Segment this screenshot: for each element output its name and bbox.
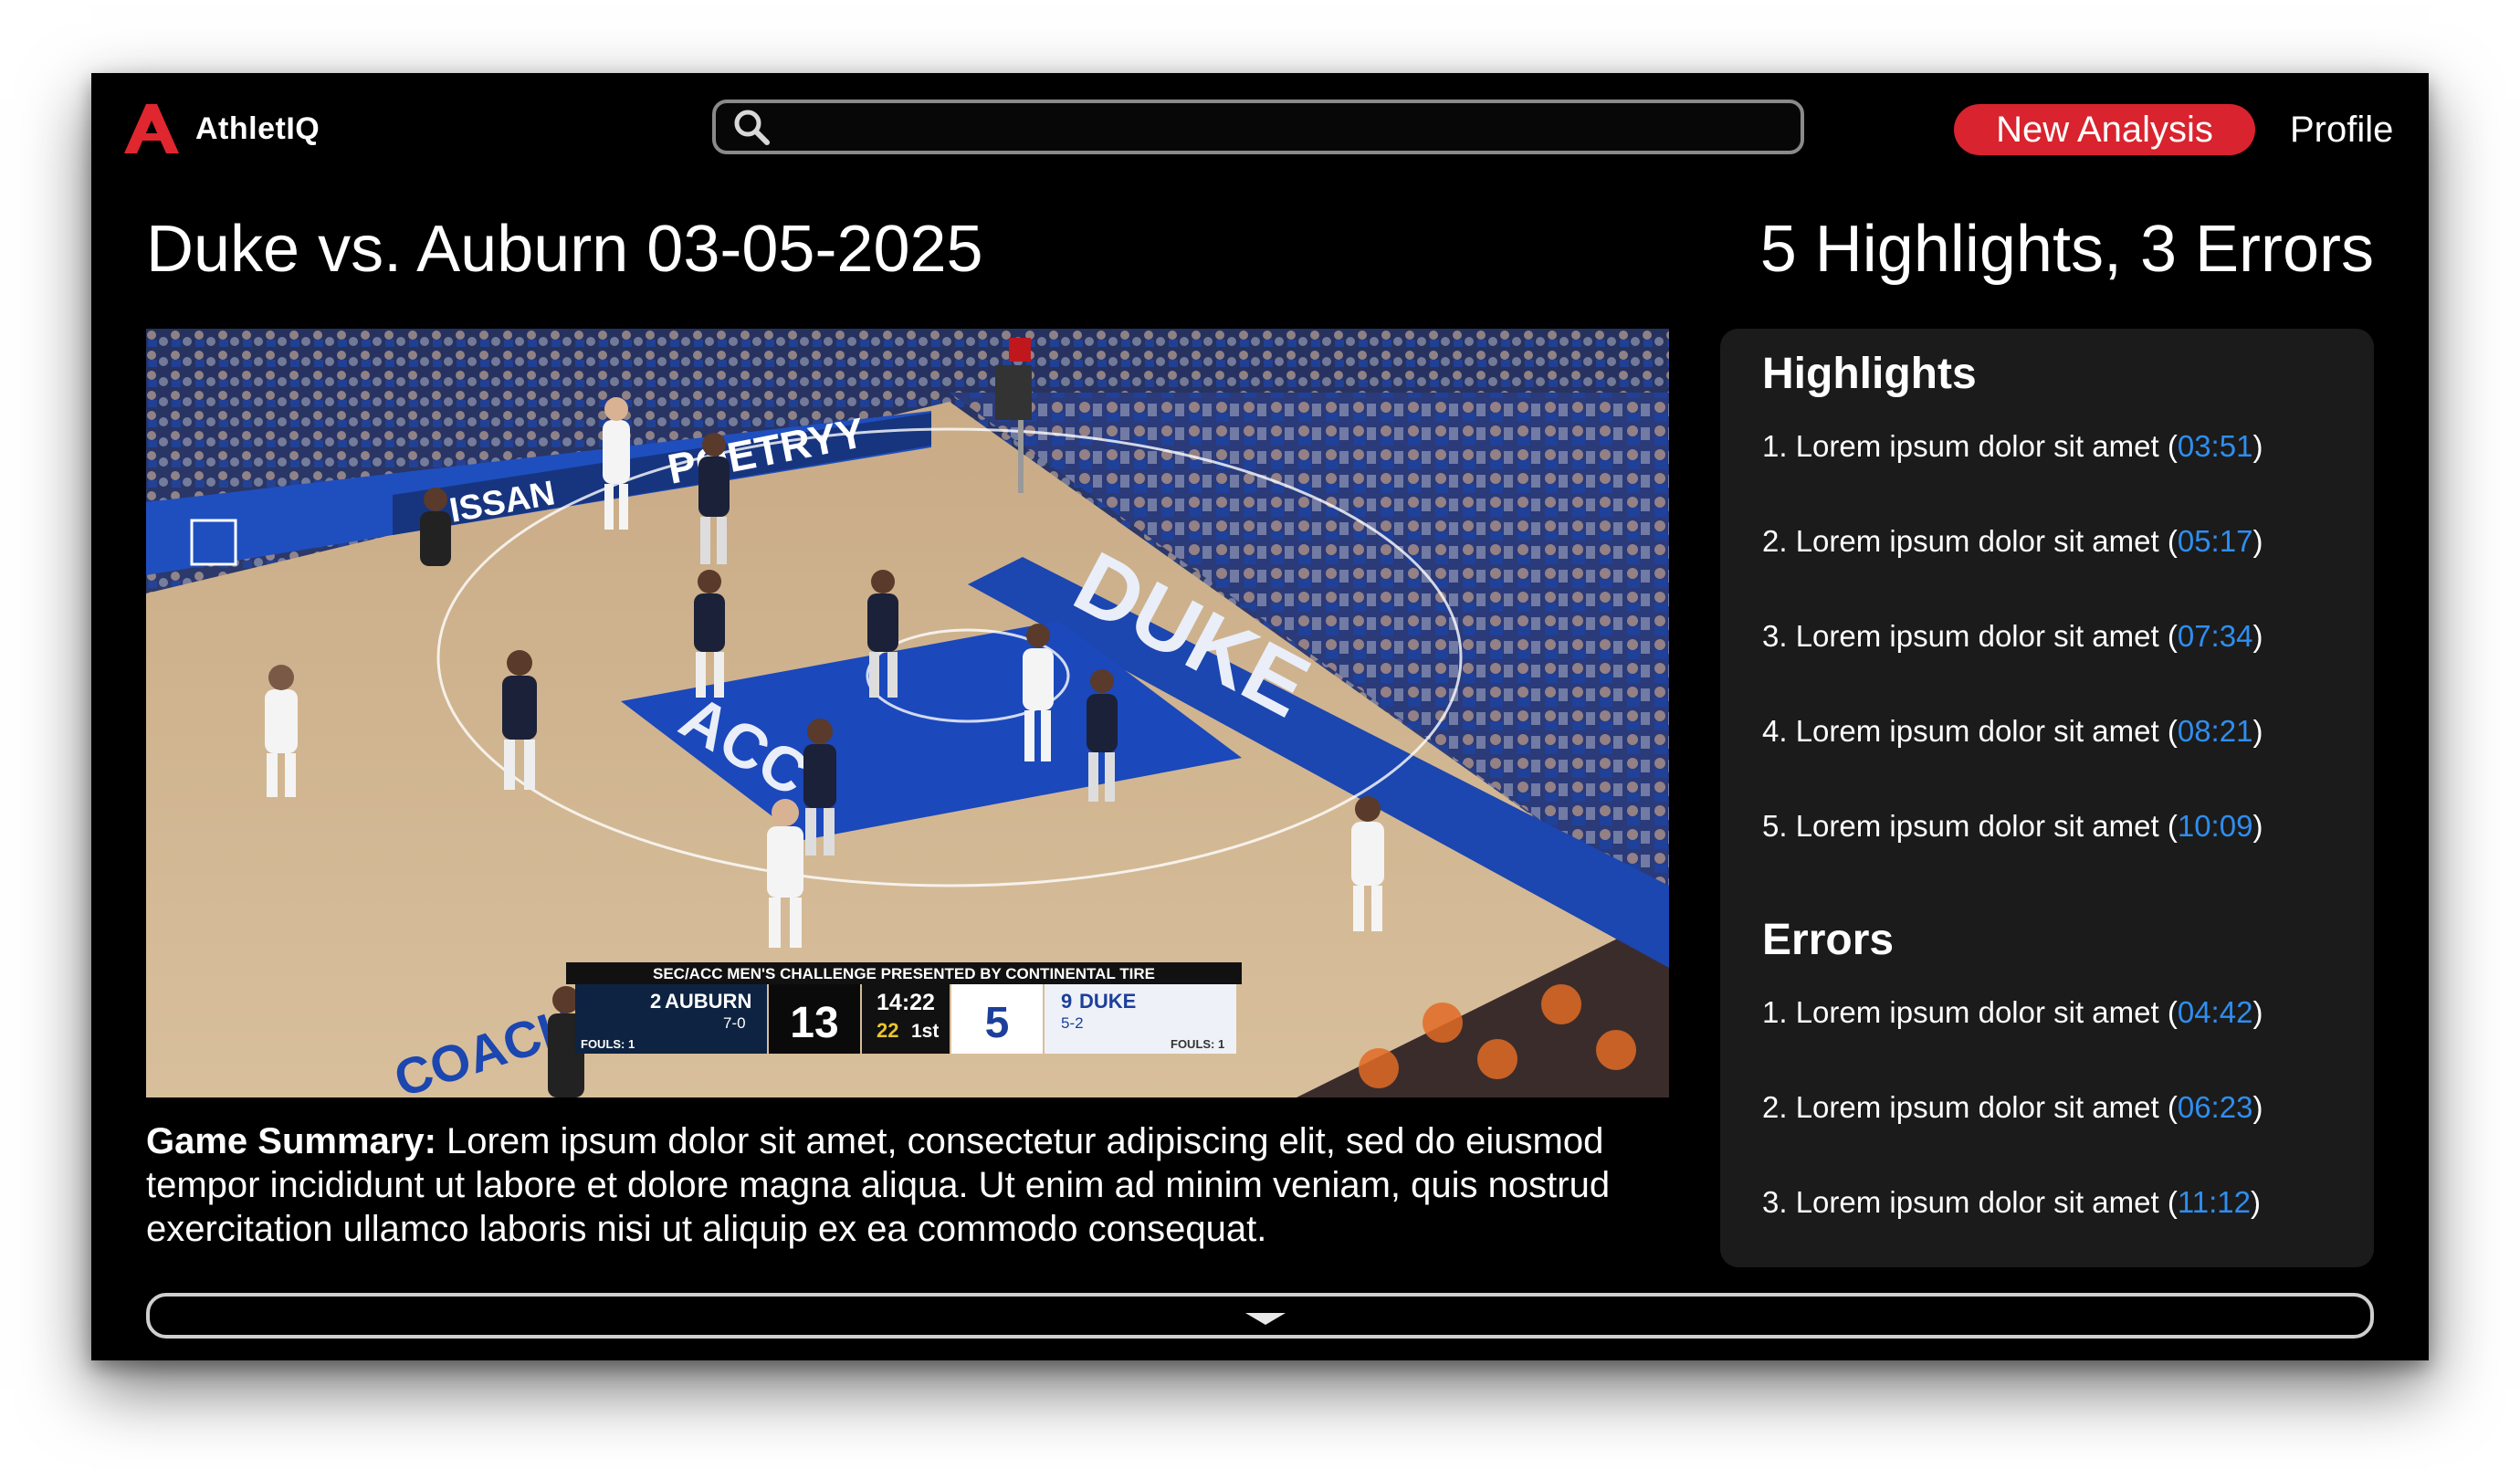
chevron-down-icon[interactable] xyxy=(1245,1313,1286,1325)
period: 1st xyxy=(911,1021,939,1042)
error-label: 1. Lorem ipsum dolor sit amet ( xyxy=(1762,995,2178,1029)
game-summary-label: Game Summary: xyxy=(146,1121,436,1161)
video-frame: ISSAN POETRYY DUKE ACC COACH SEC/ACC MEN… xyxy=(146,329,1669,1097)
highlight-item[interactable]: 2. Lorem ipsum dolor sit amet (05:17) xyxy=(1762,524,2263,559)
search-icon xyxy=(734,110,770,145)
paren-close: ) xyxy=(2252,524,2263,558)
search-input[interactable] xyxy=(771,102,1801,152)
paren-close: ) xyxy=(2252,809,2263,843)
paren-close: ) xyxy=(2252,1090,2263,1124)
new-analysis-button[interactable]: New Analysis xyxy=(1954,104,2255,155)
error-label: 2. Lorem ipsum dolor sit amet ( xyxy=(1762,1090,2178,1124)
highlights-errors-panel: Highlights 1. Lorem ipsum dolor sit amet… xyxy=(1720,329,2374,1267)
paren-close: ) xyxy=(2252,619,2263,653)
search-bar[interactable] xyxy=(712,100,1804,154)
error-item[interactable]: 3. Lorem ipsum dolor sit amet (11:12) xyxy=(1762,1185,2261,1220)
highlight-timestamp[interactable]: 10:09 xyxy=(2178,809,2253,843)
paren-close: ) xyxy=(2250,1185,2261,1219)
logo[interactable]: AthletIQ xyxy=(124,104,320,153)
paren-close: ) xyxy=(2252,429,2263,463)
home-score: 5 xyxy=(985,999,1010,1047)
highlight-item[interactable]: 4. Lorem ipsum dolor sit amet (08:21) xyxy=(1762,714,2263,749)
error-timestamp[interactable]: 11:12 xyxy=(2178,1185,2251,1219)
highlights-heading: Highlights xyxy=(1762,350,1977,398)
away-record: 7-0 xyxy=(723,1014,746,1032)
highlight-timestamp[interactable]: 05:17 xyxy=(2178,524,2253,558)
error-timestamp[interactable]: 06:23 xyxy=(2178,1090,2253,1124)
away-rank: 2 xyxy=(650,990,661,1013)
highlight-label: 3. Lorem ipsum dolor sit amet ( xyxy=(1762,619,2178,653)
page-title: Duke vs. Auburn 03-05-2025 xyxy=(146,213,983,286)
highlights-errors-count: 5 Highlights, 3 Errors xyxy=(1759,213,2374,286)
scoreboard-banner: SEC/ACC MEN'S CHALLENGE PRESENTED BY CON… xyxy=(653,965,1155,982)
highlight-label: 1. Lorem ipsum dolor sit amet ( xyxy=(1762,429,2178,463)
app-name: AthletIQ xyxy=(195,110,320,146)
highlight-item[interactable]: 5. Lorem ipsum dolor sit amet (10:09) xyxy=(1762,809,2263,844)
highlight-timestamp[interactable]: 07:34 xyxy=(2178,619,2253,653)
home-rank: 9 xyxy=(1061,990,1072,1013)
paren-close: ) xyxy=(2252,995,2263,1029)
away-team: AUBURN xyxy=(665,990,751,1013)
highlight-item[interactable]: 1. Lorem ipsum dolor sit amet (03:51) xyxy=(1762,429,2263,464)
expand-drawer-bar[interactable] xyxy=(146,1293,2374,1339)
highlight-label: 5. Lorem ipsum dolor sit amet ( xyxy=(1762,809,2178,843)
home-team: DUKE xyxy=(1079,990,1136,1013)
shot-clock: 22 xyxy=(877,1019,898,1042)
away-fouls: FOULS: 1 xyxy=(581,1037,635,1051)
error-item[interactable]: 2. Lorem ipsum dolor sit amet (06:23) xyxy=(1762,1090,2263,1125)
home-record: 5-2 xyxy=(1061,1014,1084,1032)
errors-heading: Errors xyxy=(1762,916,1895,964)
game-clock: 14:22 xyxy=(877,990,935,1015)
highlight-timestamp[interactable]: 08:21 xyxy=(2178,714,2253,748)
home-fouls: FOULS: 1 xyxy=(1171,1037,1224,1051)
highlight-label: 2. Lorem ipsum dolor sit amet ( xyxy=(1762,524,2178,558)
game-video[interactable]: ISSAN POETRYY DUKE ACC COACH SEC/ACC MEN… xyxy=(146,329,1669,1097)
error-item[interactable]: 1. Lorem ipsum dolor sit amet (04:42) xyxy=(1762,995,2263,1030)
profile-link[interactable]: Profile xyxy=(2290,106,2393,153)
away-score: 13 xyxy=(790,999,838,1047)
athletiq-logo-icon xyxy=(124,104,179,153)
highlight-label: 4. Lorem ipsum dolor sit amet ( xyxy=(1762,714,2178,748)
app-window: AthletIQ New Analysis Profile Duke vs. A… xyxy=(91,73,2429,1360)
scoreboard: SEC/ACC MEN'S CHALLENGE PRESENTED BY CON… xyxy=(566,962,1242,1054)
game-summary: Game Summary: Lorem ipsum dolor sit amet… xyxy=(146,1119,1680,1251)
highlight-timestamp[interactable]: 03:51 xyxy=(2178,429,2253,463)
error-label: 3. Lorem ipsum dolor sit amet ( xyxy=(1762,1185,2178,1219)
error-timestamp[interactable]: 04:42 xyxy=(2178,995,2253,1029)
paren-close: ) xyxy=(2252,714,2263,748)
highlight-item[interactable]: 3. Lorem ipsum dolor sit amet (07:34) xyxy=(1762,619,2263,654)
